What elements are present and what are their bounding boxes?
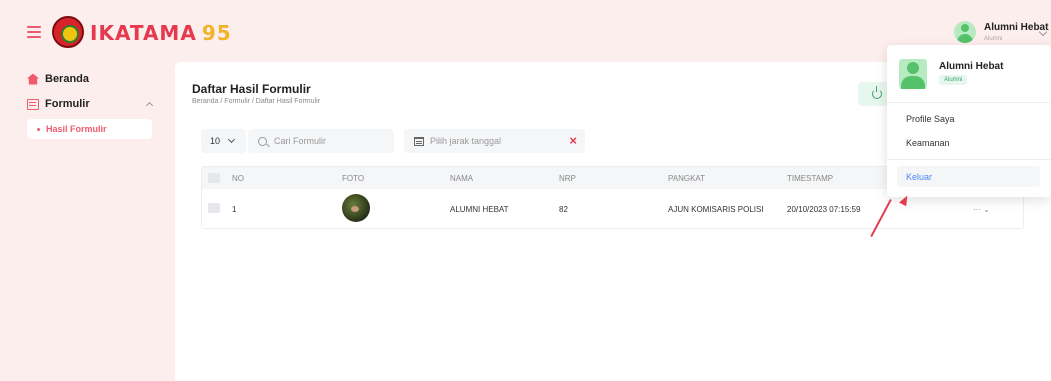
home-icon <box>27 73 39 85</box>
col-foto[interactable]: FOTO <box>342 174 364 183</box>
sidebar-item-formulir[interactable]: Formulir <box>27 98 90 110</box>
select-all-checkbox[interactable] <box>208 173 220 183</box>
divider <box>887 159 1051 160</box>
search-placeholder: Cari Formulir <box>274 136 327 146</box>
col-pangkat[interactable]: PANGKAT <box>668 174 705 183</box>
sidebar-item-label: Formulir <box>45 98 90 110</box>
sidebar-item-label: Hasil Formulir <box>46 124 107 134</box>
divider <box>887 102 1051 103</box>
dropdown-user-name: Alumni Hebat <box>939 61 1004 72</box>
search-icon <box>258 136 267 146</box>
page-title: Daftar Hasil Formulir <box>192 82 311 96</box>
export-icon <box>872 86 882 99</box>
logo-icon <box>52 16 84 48</box>
cell-nama: ALUMNI HEBAT <box>450 205 509 214</box>
col-timestamp[interactable]: TIMESTAMP <box>787 174 833 183</box>
brand-number: 95 <box>201 21 232 45</box>
bullet-icon <box>37 127 40 131</box>
cell-pangkat: AJUN KOMISARIS POLISI <box>668 205 764 214</box>
chevron-down-icon <box>227 135 236 144</box>
page-length-value: 10 <box>210 136 221 146</box>
page-length-select[interactable]: 10 <box>201 129 246 153</box>
hamburger-icon[interactable] <box>27 26 41 38</box>
clear-date-button[interactable]: × <box>569 133 577 148</box>
user-menu-toggle[interactable]: Alumni Hebat Alumni <box>954 21 1048 43</box>
search-input[interactable]: Cari Formulir <box>248 129 394 153</box>
date-placeholder: Pilih jarak tanggal <box>430 136 502 146</box>
menu-item-profile[interactable]: Profile Saya <box>906 114 955 124</box>
calendar-icon <box>414 136 424 146</box>
row-checkbox[interactable] <box>208 203 220 213</box>
sidebar-item-hasil-formulir[interactable]: Hasil Formulir <box>27 119 152 139</box>
col-no[interactable]: NO <box>232 174 244 183</box>
cell-nrp: 82 <box>559 205 568 214</box>
user-role: Alumni <box>984 35 1003 42</box>
avatar <box>899 59 927 89</box>
brand-logo[interactable]: IKATAMA 95 <box>90 21 232 45</box>
logout-button[interactable]: Keluar <box>897 166 1040 187</box>
date-range-input[interactable]: Pilih jarak tanggal × <box>404 129 585 153</box>
sidebar-item-label: Beranda <box>45 73 90 85</box>
breadcrumb: Beranda / Formulir / Daftar Hasil Formul… <box>192 98 320 105</box>
avatar <box>954 21 976 43</box>
menu-item-security[interactable]: Keamanan <box>906 138 950 148</box>
col-nrp[interactable]: NRP <box>559 174 576 183</box>
profile-photo <box>342 194 370 222</box>
role-badge: Alumni <box>939 75 968 85</box>
user-dropdown-menu: Alumni Hebat Alumni Profile Saya Keamana… <box>887 45 1051 197</box>
row-actions-button[interactable]: ··· ⌄ <box>973 205 990 214</box>
form-icon <box>27 98 39 110</box>
cell-timestamp: 20/10/2023 07:15:59 <box>787 205 861 214</box>
sidebar-item-beranda[interactable]: Beranda <box>27 73 89 85</box>
cell-no: 1 <box>232 205 237 214</box>
brand-name: IKATAMA <box>90 21 197 45</box>
col-nama[interactable]: NAMA <box>450 174 473 183</box>
